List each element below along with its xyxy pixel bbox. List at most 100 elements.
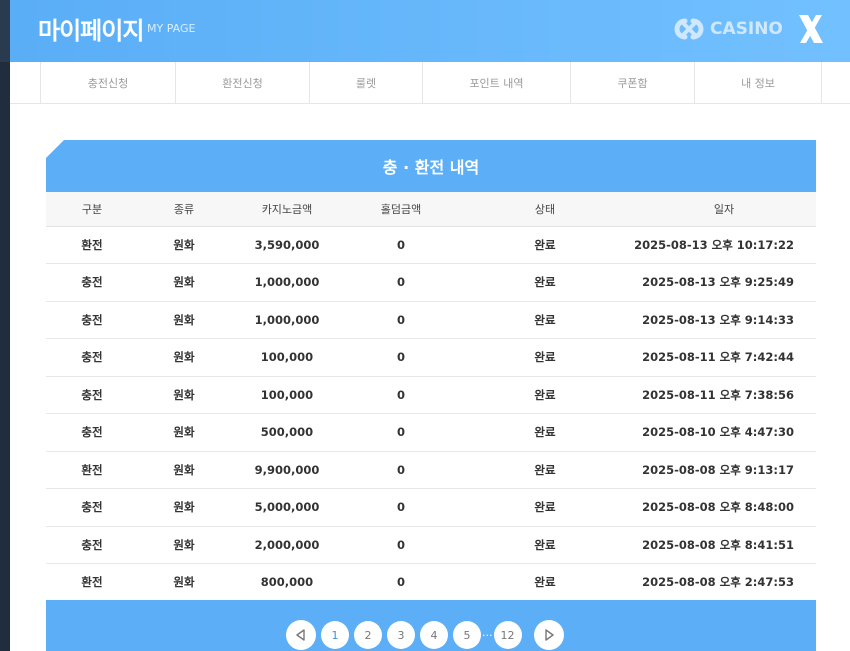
cell-holdem-amount: 0 bbox=[344, 301, 458, 339]
mypage-window: 마이페이지 MY PAGE CASINO 충전신청 환전신청 룰렛 포인트 내역… bbox=[10, 0, 850, 651]
cell-holdem-amount: 0 bbox=[344, 263, 458, 302]
table-row: 충전 원화 2,000,000 0 완료 2025-08-08 오후 8:41:… bbox=[46, 526, 816, 564]
table-header-row: 구분 종류 카지노금액 홀덤금액 상태 일자 bbox=[46, 192, 816, 227]
cell-date: 2025-08-10 오후 4:47:30 bbox=[632, 413, 816, 452]
cell-holdem-amount: 0 bbox=[344, 376, 458, 414]
cell-type: 충전 bbox=[46, 338, 138, 377]
tab-deposit-request[interactable]: 충전신청 bbox=[40, 62, 175, 104]
casino-logo: CASINO bbox=[672, 16, 783, 42]
casino-logo-icon bbox=[674, 18, 704, 40]
cell-status: 완료 bbox=[458, 338, 632, 377]
cell-type: 환전 bbox=[46, 563, 138, 602]
page-button-5[interactable]: 5 bbox=[453, 621, 481, 649]
page-button-3[interactable]: 3 bbox=[387, 621, 415, 649]
page-button-1[interactable]: 1 bbox=[321, 621, 349, 649]
cell-date: 2025-08-11 오후 7:42:44 bbox=[632, 338, 816, 377]
table-row: 환전 원화 9,900,000 0 완료 2025-08-08 오후 9:13:… bbox=[46, 451, 816, 489]
cell-kind: 원화 bbox=[138, 526, 230, 564]
cell-date: 2025-08-08 오후 2:47:53 bbox=[632, 563, 816, 602]
cell-casino-amount: 500,000 bbox=[230, 413, 344, 452]
table-row: 환전 원화 3,590,000 0 완료 2025-08-13 오후 10:17… bbox=[46, 226, 816, 264]
panel-title: 충 · 환전 내역 bbox=[46, 140, 816, 192]
close-icon[interactable] bbox=[796, 12, 826, 46]
cell-holdem-amount: 0 bbox=[344, 413, 458, 452]
cell-holdem-amount: 0 bbox=[344, 226, 458, 264]
cell-kind: 원화 bbox=[138, 301, 230, 339]
logo-text: CASINO bbox=[710, 19, 783, 39]
cell-type: 충전 bbox=[46, 488, 138, 527]
cell-casino-amount: 100,000 bbox=[230, 376, 344, 414]
table-row: 충전 원화 100,000 0 완료 2025-08-11 오후 7:38:56 bbox=[46, 376, 816, 414]
cell-casino-amount: 100,000 bbox=[230, 338, 344, 377]
background-strip bbox=[0, 62, 10, 651]
table-row: 충전 원화 100,000 0 완료 2025-08-11 오후 7:42:44 bbox=[46, 338, 816, 377]
page-subtitle: MY PAGE bbox=[147, 22, 196, 35]
cell-status: 완료 bbox=[458, 563, 632, 602]
cell-type: 충전 bbox=[46, 413, 138, 452]
page-button-last[interactable]: 12 bbox=[493, 621, 522, 649]
triangle-left-icon bbox=[296, 629, 305, 641]
cell-type: 충전 bbox=[46, 263, 138, 302]
cell-date: 2025-08-08 오후 9:13:17 bbox=[632, 451, 816, 489]
table-row: 충전 원화 1,000,000 0 완료 2025-08-13 오후 9:14:… bbox=[46, 301, 816, 339]
page-button-2[interactable]: 2 bbox=[354, 621, 382, 649]
cell-kind: 원화 bbox=[138, 338, 230, 377]
cell-kind: 원화 bbox=[138, 488, 230, 527]
column-header-type: 구분 bbox=[46, 192, 138, 227]
cell-casino-amount: 1,000,000 bbox=[230, 263, 344, 302]
page-button-4[interactable]: 4 bbox=[420, 621, 448, 649]
cell-type: 충전 bbox=[46, 301, 138, 339]
cell-date: 2025-08-11 오후 7:38:56 bbox=[632, 376, 816, 414]
cell-status: 완료 bbox=[458, 263, 632, 302]
cell-casino-amount: 800,000 bbox=[230, 563, 344, 602]
cell-type: 환전 bbox=[46, 451, 138, 489]
tab-point-history[interactable]: 포인트 내역 bbox=[422, 62, 570, 104]
cell-casino-amount: 3,590,000 bbox=[230, 226, 344, 264]
cell-casino-amount: 1,000,000 bbox=[230, 301, 344, 339]
header-bar: 마이페이지 MY PAGE CASINO bbox=[10, 0, 850, 62]
tab-withdraw-request[interactable]: 환전신청 bbox=[175, 62, 309, 104]
column-header-status: 상태 bbox=[458, 192, 632, 227]
column-header-holdem-amount: 홀덤금액 bbox=[344, 192, 458, 227]
prev-page-button[interactable] bbox=[286, 620, 316, 650]
cell-kind: 원화 bbox=[138, 226, 230, 264]
cell-holdem-amount: 0 bbox=[344, 526, 458, 564]
column-header-casino-amount: 카지노금액 bbox=[230, 192, 344, 227]
cell-type: 충전 bbox=[46, 376, 138, 414]
cell-holdem-amount: 0 bbox=[344, 451, 458, 489]
cell-kind: 원화 bbox=[138, 413, 230, 452]
cell-holdem-amount: 0 bbox=[344, 488, 458, 527]
tab-coupons[interactable]: 쿠폰함 bbox=[570, 62, 694, 104]
cell-status: 완료 bbox=[458, 526, 632, 564]
page-title: 마이페이지 bbox=[38, 17, 144, 45]
cell-date: 2025-08-13 오후 9:25:49 bbox=[632, 263, 816, 302]
cell-kind: 원화 bbox=[138, 451, 230, 489]
cell-status: 완료 bbox=[458, 226, 632, 264]
cell-casino-amount: 2,000,000 bbox=[230, 526, 344, 564]
transaction-table: 구분 종류 카지노금액 홀덤금액 상태 일자 환전 원화 3,590,000 0… bbox=[46, 192, 816, 602]
cell-status: 완료 bbox=[458, 451, 632, 489]
nav-tabs: 충전신청 환전신청 룰렛 포인트 내역 쿠폰함 내 정보 bbox=[10, 62, 850, 104]
tab-my-info[interactable]: 내 정보 bbox=[694, 62, 822, 104]
pagination: 1 2 3 4 5 ··· 12 bbox=[286, 620, 569, 650]
transaction-panel: 충 · 환전 내역 구분 종류 카지노금액 홀덤금액 상태 일자 환전 원화 3… bbox=[46, 140, 816, 651]
tab-roulette[interactable]: 룰렛 bbox=[309, 62, 422, 104]
table-row: 충전 원화 5,000,000 0 완료 2025-08-08 오후 8:48:… bbox=[46, 488, 816, 527]
cell-status: 완료 bbox=[458, 376, 632, 414]
cell-type: 환전 bbox=[46, 226, 138, 264]
cell-date: 2025-08-08 오후 8:41:51 bbox=[632, 526, 816, 564]
cell-date: 2025-08-13 오후 9:14:33 bbox=[632, 301, 816, 339]
cell-kind: 원화 bbox=[138, 563, 230, 602]
cell-status: 완료 bbox=[458, 488, 632, 527]
cell-holdem-amount: 0 bbox=[344, 338, 458, 377]
cell-casino-amount: 5,000,000 bbox=[230, 488, 344, 527]
cell-holdem-amount: 0 bbox=[344, 563, 458, 602]
column-header-date: 일자 bbox=[632, 192, 816, 227]
triangle-right-icon bbox=[544, 629, 554, 641]
cell-date: 2025-08-13 오후 10:17:22 bbox=[632, 226, 816, 264]
cell-status: 완료 bbox=[458, 301, 632, 339]
pagination-ellipsis: ··· bbox=[482, 628, 493, 642]
next-page-button[interactable] bbox=[533, 620, 564, 650]
cell-status: 완료 bbox=[458, 413, 632, 452]
cell-date: 2025-08-08 오후 8:48:00 bbox=[632, 488, 816, 527]
